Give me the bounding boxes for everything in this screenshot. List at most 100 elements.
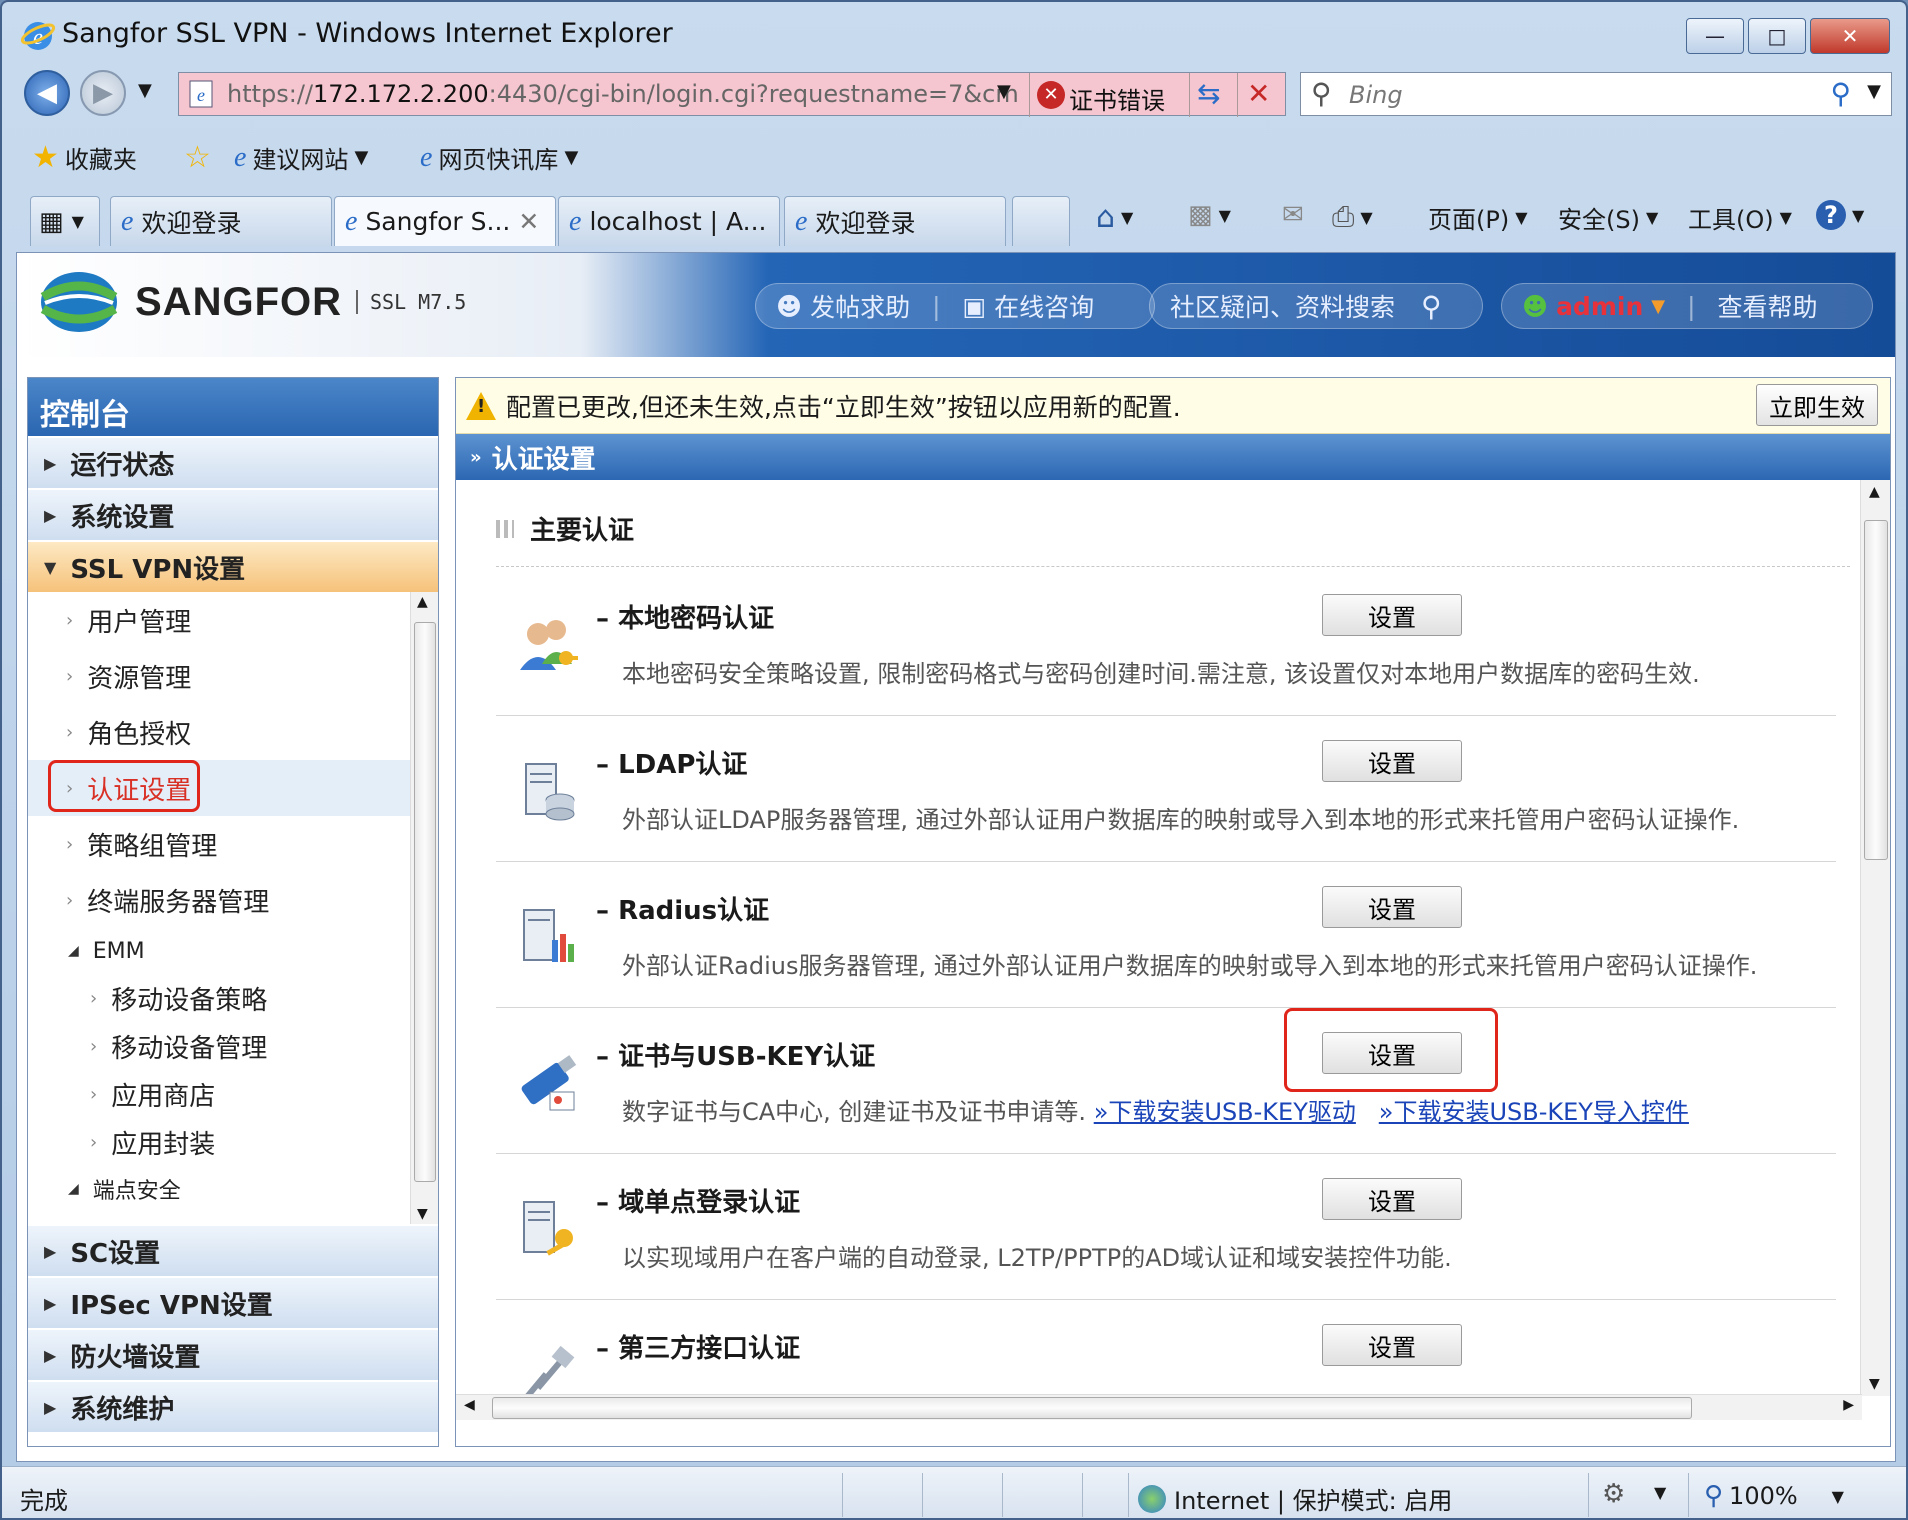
- auth-method-name: – 第三方接口认证: [596, 1334, 801, 1364]
- feeds-button[interactable]: ▩ ▼: [1188, 200, 1231, 230]
- zoom-level: 100%: [1729, 1482, 1798, 1510]
- forward-button[interactable]: ▶: [80, 70, 126, 116]
- sidebar-item-app-wrapping[interactable]: › 应用封装: [28, 1118, 438, 1166]
- sidebar-section-emm[interactable]: ◢ EMM: [28, 928, 438, 974]
- radius-server-icon: [523, 909, 574, 962]
- user-area: ☻ admin ▼ | 查看帮助: [1501, 283, 1873, 329]
- stop-icon[interactable]: ✕: [1247, 77, 1270, 110]
- tools-menu[interactable]: 工具(O) ▼: [1688, 200, 1792, 235]
- scroll-up-icon[interactable]: ▲: [1869, 484, 1880, 500]
- sidebar-item-terminal-servers[interactable]: › 终端服务器管理: [28, 872, 438, 928]
- sidebar-item-policy-groups[interactable]: › 策略组管理: [28, 816, 438, 872]
- help-menu[interactable]: ? ▼: [1816, 200, 1864, 230]
- domain-sso-settings-button[interactable]: 设置: [1322, 1178, 1462, 1220]
- mail-icon: ✉: [1282, 200, 1304, 230]
- safety-menu[interactable]: 安全(S) ▼: [1558, 200, 1658, 235]
- view-help-link[interactable]: 查看帮助: [1718, 288, 1818, 324]
- page-menu[interactable]: 页面(P) ▼: [1428, 200, 1528, 235]
- certificate-error[interactable]: 证书错误: [1069, 81, 1165, 116]
- search-box[interactable]: ⚲ Bing ⚲ ▼: [1300, 72, 1892, 116]
- auth-method-row: – LDAP认证 外部认证LDAP服务器管理, 通过外部认证用户数据库的映射或导…: [496, 716, 1836, 862]
- scroll-right-icon[interactable]: ▶: [1843, 1397, 1854, 1413]
- shield-error-icon[interactable]: ✕: [1037, 81, 1065, 109]
- back-button[interactable]: ◀: [24, 70, 70, 116]
- favorites-button[interactable]: ★ 收藏夹: [32, 140, 137, 175]
- sidebar-item-resource-management[interactable]: › 资源管理: [28, 648, 438, 704]
- add-favorite-button[interactable]: ☆: [184, 140, 211, 175]
- panel-vertical-scrollbar[interactable]: ▲ ▼: [1860, 480, 1890, 1396]
- scroll-down-icon[interactable]: ▼: [1869, 1376, 1880, 1392]
- tab-close-icon[interactable]: ✕: [518, 207, 539, 236]
- section-header: » 认证设置: [456, 434, 1890, 480]
- security-zone[interactable]: Internet | 保护模式: 启用: [1138, 1481, 1452, 1516]
- sidebar-scroll-thumb[interactable]: [414, 622, 436, 1182]
- search-icon[interactable]: ⚲: [1421, 290, 1442, 323]
- sidebar-group-ssl-vpn[interactable]: ▼ SSL VPN设置: [28, 540, 438, 592]
- tab-sangfor[interactable]: e Sangfor S... ✕: [334, 196, 556, 246]
- sidebar-group-run-status[interactable]: ▶ 运行状态: [28, 436, 438, 488]
- sidebar-group-system-settings[interactable]: ▶ 系统设置: [28, 488, 438, 540]
- minimize-button[interactable]: —: [1686, 18, 1744, 54]
- community-search[interactable]: 社区疑问、资料搜索 ⚲: [1149, 283, 1483, 329]
- web-slice-gallery-link[interactable]: e 网页快讯库 ▼: [420, 140, 578, 175]
- config-notice: 配置已更改,但还未生效,点击“立即生效”按钮以应用新的配置. 立即生效: [456, 378, 1890, 434]
- ie-window: e Sangfor SSL VPN - Windows Internet Exp…: [0, 0, 1908, 1520]
- sidebar-group-ipsec[interactable]: ▶ IPSec VPN设置: [28, 1276, 438, 1328]
- read-mail-button[interactable]: ✉: [1282, 200, 1304, 230]
- third-party-settings-button[interactable]: 设置: [1322, 1324, 1462, 1366]
- download-usbkey-import-control-link[interactable]: »下载安装USB-KEY导入控件: [1379, 1098, 1689, 1126]
- close-button[interactable]: ✕: [1810, 18, 1890, 54]
- highlight-box: [1284, 1008, 1498, 1092]
- url-text[interactable]: https://172.172.2.200:4430/cgi-bin/login…: [227, 80, 1167, 108]
- sidebar-scrollbar[interactable]: ▲ ▼: [410, 592, 438, 1224]
- search-icon[interactable]: ⚲: [1830, 77, 1851, 110]
- app-header: SANGFOR SSL M7.5 ☻ 发帖求助 | ▣ 在线咨询 社区疑问、资料…: [17, 253, 1895, 357]
- home-button[interactable]: ⌂ ▼: [1096, 200, 1133, 235]
- download-usbkey-driver-link[interactable]: »下载安装USB-KEY驱动: [1094, 1098, 1356, 1126]
- popup-blocker-icon[interactable]: ⚙: [1602, 1479, 1625, 1509]
- tab-welcome-2[interactable]: e 欢迎登录: [784, 196, 1006, 246]
- tab-localhost[interactable]: e localhost | A...: [558, 196, 780, 246]
- auth-method-desc: 本地密码安全策略设置, 限制密码格式与密码创建时间.需注意, 该设置仅对本地用户…: [622, 660, 1700, 688]
- sidebar-item-user-management[interactable]: › 用户管理: [28, 592, 438, 648]
- maximize-button[interactable]: □: [1748, 18, 1806, 54]
- radius-settings-button[interactable]: 设置: [1322, 886, 1462, 928]
- sidebar-group-maintenance[interactable]: ▶ 系统维护: [28, 1380, 438, 1432]
- ldap-server-icon: [525, 763, 575, 821]
- chevron-down-icon[interactable]: ▼: [1654, 1483, 1666, 1502]
- sidebar-group-firewall[interactable]: ▶ 防火墙设置: [28, 1328, 438, 1380]
- online-consult-link[interactable]: 在线咨询: [994, 288, 1094, 324]
- search-options-icon[interactable]: ▼: [1867, 81, 1881, 102]
- svg-text:e: e: [197, 85, 205, 105]
- scroll-up-icon[interactable]: ▲: [417, 594, 428, 610]
- local-password-settings-button[interactable]: 设置: [1322, 594, 1462, 636]
- ldap-settings-button[interactable]: 设置: [1322, 740, 1462, 782]
- apply-now-button[interactable]: 立即生效: [1756, 384, 1878, 426]
- sidebar-item-app-store[interactable]: › 应用商店: [28, 1070, 438, 1118]
- chevron-down-icon[interactable]: ▼: [1651, 296, 1665, 317]
- address-bar[interactable]: e https://172.172.2.200:4430/cgi-bin/log…: [178, 72, 1286, 117]
- admin-user-menu[interactable]: admin: [1556, 292, 1643, 321]
- panel-hscroll-thumb[interactable]: [492, 1397, 1692, 1419]
- address-dropdown-icon[interactable]: ▼: [997, 81, 1011, 102]
- sidebar-item-role-authorization[interactable]: › 角色授权: [28, 704, 438, 760]
- suggested-sites-link[interactable]: e 建议网站 ▼: [234, 140, 368, 175]
- recent-pages-dropdown-icon[interactable]: ▼: [138, 80, 152, 101]
- new-tab-button[interactable]: [1012, 196, 1070, 246]
- refresh-icon[interactable]: ⇆: [1197, 77, 1220, 110]
- quick-tabs-button[interactable]: ▦ ▼: [30, 196, 100, 246]
- domain-sso-icon: [523, 1201, 573, 1256]
- panel-horizontal-scrollbar[interactable]: ◀ ▶: [456, 1394, 1862, 1420]
- print-button[interactable]: ⎙ ▼: [1332, 200, 1373, 234]
- tab-welcome-1[interactable]: e 欢迎登录: [110, 196, 332, 246]
- scroll-down-icon[interactable]: ▼: [417, 1206, 428, 1222]
- zoom-control[interactable]: ⚲ 100% ▼: [1704, 1481, 1844, 1511]
- scroll-left-icon[interactable]: ◀: [464, 1397, 475, 1413]
- sidebar-group-sc[interactable]: ▶ SC设置: [28, 1224, 438, 1276]
- help-post-link[interactable]: 发帖求助: [810, 288, 910, 324]
- sidebar-section-endpoint-security[interactable]: ◢ 端点安全: [28, 1166, 438, 1212]
- feeds-icon: ▩: [1188, 200, 1213, 230]
- sidebar-item-mobile-management[interactable]: › 移动设备管理: [28, 1022, 438, 1070]
- panel-scroll-thumb[interactable]: [1864, 520, 1888, 860]
- sidebar-item-mobile-policy[interactable]: › 移动设备策略: [28, 974, 438, 1022]
